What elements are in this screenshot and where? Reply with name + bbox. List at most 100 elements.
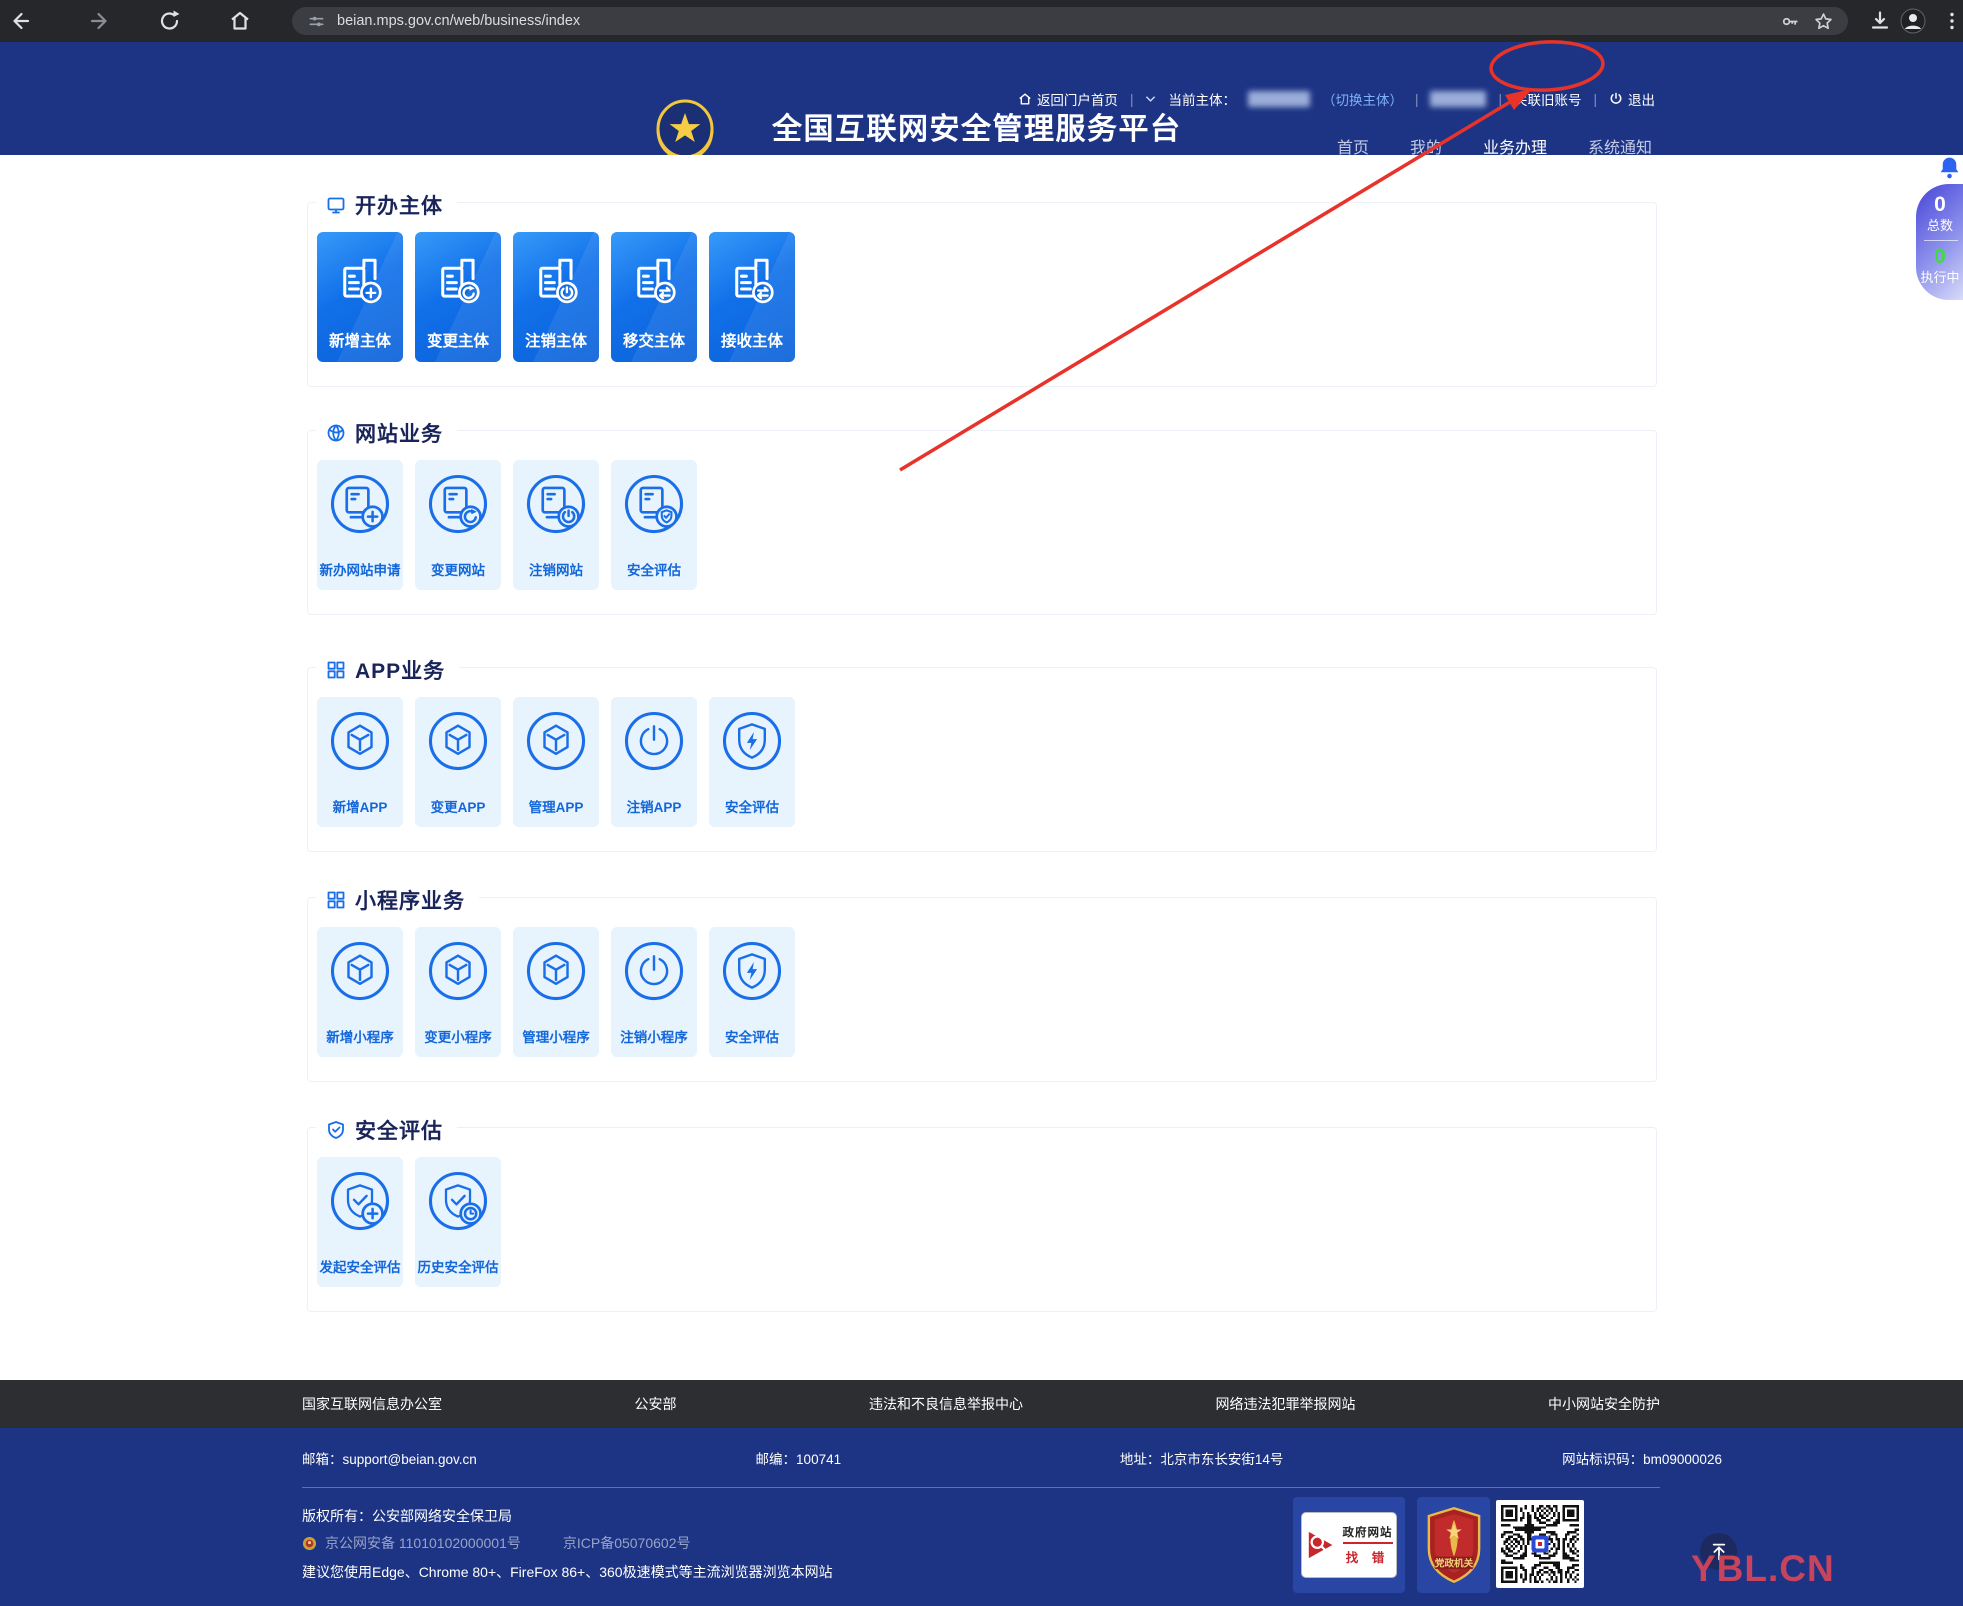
building-plus-icon bbox=[317, 253, 403, 311]
service-card-label: 变更主体 bbox=[415, 329, 501, 351]
site-info-icon[interactable] bbox=[308, 13, 325, 30]
section-legend: 小程序业务 bbox=[316, 885, 479, 915]
building-transfer-icon bbox=[611, 253, 697, 311]
footer: 邮箱：support@beian.gov.cn邮编：100741地址：北京市东长… bbox=[0, 1428, 1963, 1606]
badge-line1: 政府网站 bbox=[1343, 1524, 1393, 1540]
service-card-label: 新增APP bbox=[317, 796, 403, 816]
beian-gongan-link[interactable]: 京公网安备 11010102000001号 bbox=[325, 1533, 521, 1553]
service-card[interactable]: 变更主体 bbox=[415, 232, 501, 362]
website-power-icon bbox=[513, 473, 599, 535]
section-title: 网站业务 bbox=[355, 418, 443, 448]
service-card[interactable]: 发起安全评估 bbox=[317, 1157, 403, 1287]
service-card[interactable]: 安全评估 bbox=[709, 927, 795, 1057]
shield-plus-icon bbox=[317, 1170, 403, 1232]
section-title: 安全评估 bbox=[355, 1115, 443, 1145]
chevron-down-icon[interactable] bbox=[1145, 95, 1156, 103]
portal-home-link[interactable]: 返回门户首页 bbox=[1018, 89, 1118, 109]
section-legend: 开办主体 bbox=[316, 190, 457, 220]
switch-subject-link[interactable]: （切换主体） bbox=[1322, 89, 1403, 109]
service-card[interactable]: 管理小程序 bbox=[513, 927, 599, 1057]
service-card-label: 新增小程序 bbox=[317, 1026, 403, 1046]
service-card[interactable]: 变更小程序 bbox=[415, 927, 501, 1057]
magnifier-flag-icon bbox=[1306, 1529, 1338, 1561]
url-bar[interactable]: beian.mps.gov.cn/web/business/index bbox=[292, 7, 1848, 35]
task-status-widget[interactable]: 0 总数 0 执行中 bbox=[1916, 184, 1963, 300]
screen-icon bbox=[326, 195, 346, 215]
footer-link[interactable]: 国家互联网信息办公室 bbox=[302, 1394, 442, 1414]
download-icon[interactable] bbox=[1868, 9, 1892, 33]
site-header: 全国互联网安全管理服务平台 National Internet Security… bbox=[0, 42, 1963, 155]
building-receive-icon bbox=[709, 253, 795, 311]
service-card[interactable]: 注销主体 bbox=[513, 232, 599, 362]
home-icon[interactable] bbox=[228, 9, 252, 33]
gov-site-find-error-badge[interactable]: 政府网站 找 错 bbox=[1293, 1497, 1405, 1593]
reload-icon[interactable] bbox=[158, 9, 182, 33]
logout-button[interactable]: 退出 bbox=[1609, 89, 1655, 109]
link-old-account[interactable]: 关联旧账号 bbox=[1514, 89, 1582, 109]
profile-avatar[interactable] bbox=[1900, 8, 1924, 32]
service-card[interactable]: 历史安全评估 bbox=[415, 1157, 501, 1287]
contact-item: 网站标识码：bm09000026 bbox=[1562, 1448, 1722, 1468]
service-card[interactable]: 安全评估 bbox=[611, 460, 697, 590]
building-power-icon bbox=[513, 253, 599, 311]
footer-link[interactable]: 中小网站安全防护 bbox=[1548, 1394, 1660, 1414]
service-card[interactable]: 新增APP bbox=[317, 697, 403, 827]
service-card[interactable]: 管理APP bbox=[513, 697, 599, 827]
watermark-text: YBL.CN bbox=[1691, 1548, 1835, 1590]
service-card-label: 注销网站 bbox=[513, 559, 599, 579]
qr-code[interactable] bbox=[1496, 1500, 1584, 1588]
bookmark-star-icon[interactable] bbox=[1813, 11, 1834, 32]
menu-kebab-icon[interactable] bbox=[1940, 9, 1963, 33]
footer-contacts: 邮箱：support@beian.gov.cn邮编：100741地址：北京市东长… bbox=[302, 1448, 1722, 1468]
service-card[interactable]: 注销网站 bbox=[513, 460, 599, 590]
app-cube-icon bbox=[317, 710, 403, 772]
beian-badge-icon bbox=[302, 1536, 317, 1551]
back-icon[interactable] bbox=[8, 9, 32, 33]
service-card[interactable]: 新办网站申请 bbox=[317, 460, 403, 590]
service-card[interactable]: 变更APP bbox=[415, 697, 501, 827]
service-card[interactable]: 接收主体 bbox=[709, 232, 795, 362]
shield-icon bbox=[326, 1120, 346, 1140]
service-card[interactable]: 注销APP bbox=[611, 697, 697, 827]
main-content: 开办主体新增主体变更主体注销主体移交主体接收主体网站业务新办网站申请变更网站注销… bbox=[0, 155, 1963, 1380]
service-card-label: 安全评估 bbox=[709, 796, 795, 816]
section-开办主体: 开办主体新增主体变更主体注销主体移交主体接收主体 bbox=[307, 202, 1657, 387]
current-subject-label: 当前主体： bbox=[1168, 89, 1236, 109]
service-card[interactable]: 移交主体 bbox=[611, 232, 697, 362]
forward-icon[interactable] bbox=[88, 9, 112, 33]
service-card-label: 变更小程序 bbox=[415, 1026, 501, 1046]
service-card[interactable]: 新增主体 bbox=[317, 232, 403, 362]
footer-links-bar: 国家互联网信息办公室 公安部 违法和不良信息举报中心 网络违法犯罪举报网站 中小网站安全… bbox=[0, 1380, 1963, 1428]
service-card-label: 注销小程序 bbox=[611, 1026, 697, 1046]
app-cube-icon bbox=[415, 940, 501, 1002]
party-shield-icon: 党政机关 bbox=[1425, 1506, 1483, 1584]
redacted-subject-name bbox=[1248, 91, 1310, 107]
page: beian.mps.gov.cn/web/business/index bbox=[0, 0, 1963, 1606]
website-plus-icon bbox=[317, 473, 403, 535]
service-card[interactable]: 注销小程序 bbox=[611, 927, 697, 1057]
notification-bell-icon[interactable] bbox=[1937, 155, 1962, 180]
url-text[interactable]: beian.mps.gov.cn/web/business/index bbox=[337, 13, 1780, 29]
divider: | bbox=[1415, 92, 1419, 107]
service-card-label: 管理小程序 bbox=[513, 1026, 599, 1046]
browser-tip-text: 建议您使用Edge、Chrome 80+、FireFox 86+、360极速模式… bbox=[302, 1562, 833, 1582]
contact-item: 邮箱：support@beian.gov.cn bbox=[302, 1448, 477, 1468]
beian-line: 京公网安备 11010102000001号 京ICP备05070602号 bbox=[302, 1533, 691, 1553]
service-card[interactable]: 新增小程序 bbox=[317, 927, 403, 1057]
footer-link[interactable]: 公安部 bbox=[635, 1394, 677, 1414]
service-card[interactable]: 安全评估 bbox=[709, 697, 795, 827]
divider: | bbox=[1130, 92, 1134, 107]
divider bbox=[302, 1487, 1660, 1488]
party-gov-badge[interactable]: 党政机关 bbox=[1417, 1497, 1490, 1593]
service-card[interactable]: 变更网站 bbox=[415, 460, 501, 590]
shield-bolt-icon bbox=[709, 940, 795, 1002]
footer-link[interactable]: 违法和不良信息举报中心 bbox=[869, 1394, 1023, 1414]
power-circle-icon bbox=[611, 710, 697, 772]
divider bbox=[1924, 240, 1958, 241]
beian-icp-link[interactable]: 京ICP备05070602号 bbox=[563, 1533, 691, 1553]
divider bbox=[1343, 1542, 1393, 1544]
password-key-icon[interactable] bbox=[1780, 11, 1801, 32]
service-card-label: 新办网站申请 bbox=[317, 559, 403, 579]
footer-link[interactable]: 网络违法犯罪举报网站 bbox=[1216, 1394, 1356, 1414]
running-label: 执行中 bbox=[1916, 269, 1963, 287]
